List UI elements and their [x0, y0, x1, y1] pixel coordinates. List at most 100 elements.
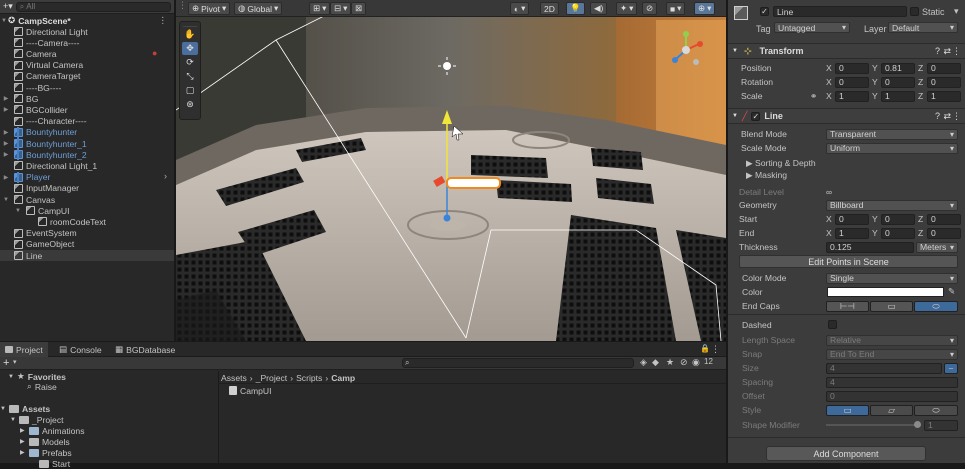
breadcrumb-item[interactable]: Scripts: [296, 373, 322, 383]
hierarchy-item[interactable]: ----Camera----: [0, 37, 174, 48]
hierarchy-item[interactable]: InputManager: [0, 183, 174, 194]
z-axis-label[interactable]: Z: [918, 63, 923, 73]
folder-models[interactable]: ▶ Models: [20, 436, 70, 447]
hierarchy-item[interactable]: Virtual Camera: [0, 60, 174, 71]
context-menu-icon[interactable]: ⋮: [952, 46, 961, 57]
offset-field[interactable]: 0: [826, 390, 958, 402]
position-z-field[interactable]: 0: [927, 62, 961, 74]
z-axis-label[interactable]: Z: [918, 214, 923, 224]
lighting-toggle[interactable]: 💡: [566, 2, 585, 15]
global-toggle[interactable]: ◍ Global ▾: [234, 2, 283, 15]
breadcrumb-item[interactable]: Camp: [331, 373, 355, 383]
filter-label-icon[interactable]: ◆: [652, 357, 659, 368]
z-axis-label[interactable]: Z: [918, 91, 923, 101]
hierarchy-item[interactable]: Directional Light_1: [0, 160, 174, 171]
scale-mode-dropdown[interactable]: Uniform: [826, 142, 958, 154]
grid-snap-button[interactable]: ⊞ ▾: [309, 2, 331, 15]
color-mode-dropdown[interactable]: Single: [826, 272, 958, 284]
masking-foldout[interactable]: ▶ Masking: [728, 168, 965, 182]
hierarchy-item[interactable]: EventSystem: [0, 228, 174, 239]
y-axis-label[interactable]: Y: [872, 228, 878, 238]
effects-toggle[interactable]: ✦ ▾: [616, 2, 638, 15]
preset-icon[interactable]: ⇄: [943, 46, 951, 57]
color-swatch[interactable]: [827, 287, 944, 297]
rect-tool-icon[interactable]: ▢: [182, 84, 198, 97]
shape-modifier-slider[interactable]: [826, 424, 921, 426]
x-axis-label[interactable]: X: [826, 91, 832, 101]
hierarchy-item[interactable]: ----BG----: [0, 82, 174, 93]
hidden-objects-toggle[interactable]: ⊘: [642, 2, 658, 15]
hierarchy-item[interactable]: ▼ Canvas: [0, 194, 174, 205]
add-dropdown-icon[interactable]: +▾: [3, 1, 13, 12]
thickness-unit-dropdown[interactable]: Meters: [916, 241, 958, 253]
eyedropper-icon[interactable]: ✎: [948, 286, 955, 297]
hierarchy-item[interactable]: ▼ CampUI: [0, 205, 174, 216]
active-checkbox[interactable]: ✓: [760, 7, 769, 16]
start-z-field[interactable]: 0: [927, 213, 961, 225]
add-component-button[interactable]: Add Component: [766, 446, 926, 461]
expand-arrow-icon[interactable]: ▶: [20, 438, 26, 445]
hierarchy-item[interactable]: ▶ Bountyhunter_1: [0, 138, 174, 149]
more-options-icon[interactable]: ⋮: [158, 15, 167, 26]
blend-mode-dropdown[interactable]: Transparent: [826, 128, 958, 140]
pivot-toggle[interactable]: ⊕ Pivot ▾: [188, 2, 231, 15]
folder-animations[interactable]: ▶ Animations: [20, 425, 85, 436]
x-axis-label[interactable]: X: [826, 63, 832, 73]
hierarchy-item[interactable]: Camera: [0, 48, 174, 59]
hierarchy-item[interactable]: ▶ Player: [0, 171, 174, 183]
endcap-none-button[interactable]: ⊢⊣: [826, 300, 869, 312]
expand-arrow-icon[interactable]: ▶: [2, 174, 10, 181]
file-campui[interactable]: CampUI: [229, 385, 272, 396]
hierarchy-item[interactable]: GameObject: [0, 239, 174, 250]
expand-arrow-icon[interactable]: ▼: [14, 208, 22, 214]
hierarchy-item[interactable]: CameraTarget: [0, 71, 174, 82]
hierarchy-item[interactable]: ▶ BG: [0, 93, 174, 104]
project-search-input[interactable]: ⌕: [402, 358, 634, 368]
favorite-raise[interactable]: ⌕ Raise: [18, 381, 57, 392]
expand-arrow-icon[interactable]: ▶: [20, 427, 26, 434]
hierarchy-search-input[interactable]: ⌕ All: [15, 1, 171, 12]
end-z-field[interactable]: 0: [927, 227, 961, 239]
breadcrumb-item[interactable]: Assets: [221, 373, 247, 383]
expand-arrow-icon[interactable]: ▶: [20, 449, 26, 456]
camera-settings-button[interactable]: ■ ▾: [666, 2, 686, 15]
folder-prefabs[interactable]: ▶ Prefabs: [20, 447, 72, 458]
scale-z-field[interactable]: 1: [927, 90, 961, 102]
transform-header[interactable]: ▼ ⊹ Transform ? ⇄ ⋮: [728, 43, 965, 59]
shape-modifier-field[interactable]: 1: [924, 419, 958, 431]
endcap-round-button[interactable]: ⬭: [914, 300, 958, 312]
hierarchy-item[interactable]: ▶ BGCollider: [0, 104, 174, 115]
hidden-packages-icon[interactable]: ⊘: [680, 357, 688, 368]
transform-tool-icon[interactable]: ⊛: [182, 98, 198, 111]
folder-project[interactable]: ▼ _Project: [10, 414, 64, 425]
expand-arrow-icon[interactable]: ▼: [10, 417, 16, 423]
y-axis-label[interactable]: Y: [872, 214, 878, 224]
dash-style-round-button[interactable]: ⬭: [914, 404, 958, 416]
y-axis-label[interactable]: Y: [872, 63, 878, 73]
favorite-star-icon[interactable]: ★: [666, 357, 674, 368]
rotation-z-field[interactable]: 0: [927, 76, 961, 88]
expand-arrow-icon[interactable]: ▶: [2, 129, 10, 136]
start-x-field[interactable]: 0: [835, 213, 869, 225]
expand-arrow-icon[interactable]: ▶: [2, 106, 10, 113]
context-menu-icon[interactable]: ⋮: [952, 111, 961, 122]
line-enabled-checkbox[interactable]: ✓: [751, 111, 761, 121]
position-y-field[interactable]: 0.81: [881, 62, 915, 74]
filter-type-icon[interactable]: ◈: [640, 357, 647, 368]
size-mode-button[interactable]: ⎯: [944, 362, 958, 374]
assets-folder[interactable]: ▼ Assets: [0, 403, 50, 414]
drag-handle-icon[interactable]: ⋮: [178, 0, 187, 16]
hierarchy-item[interactable]: Line: [0, 250, 174, 262]
expand-arrow-icon[interactable]: ▶: [2, 151, 10, 158]
scale-x-field[interactable]: 1: [835, 90, 869, 102]
start-y-field[interactable]: 0: [881, 213, 915, 225]
spacing-field[interactable]: 4: [826, 376, 958, 388]
y-axis-label[interactable]: Y: [872, 91, 878, 101]
snap-increment-button[interactable]: ⊟ ▾: [330, 2, 352, 15]
layer-dropdown[interactable]: Default: [888, 22, 958, 33]
scale-tool-icon[interactable]: ⤡: [182, 70, 198, 83]
x-axis-label[interactable]: X: [826, 77, 832, 87]
expand-arrow-icon[interactable]: ▶: [2, 140, 10, 147]
hierarchy-item[interactable]: Directional Light: [0, 26, 174, 37]
dashed-checkbox[interactable]: [828, 320, 837, 329]
